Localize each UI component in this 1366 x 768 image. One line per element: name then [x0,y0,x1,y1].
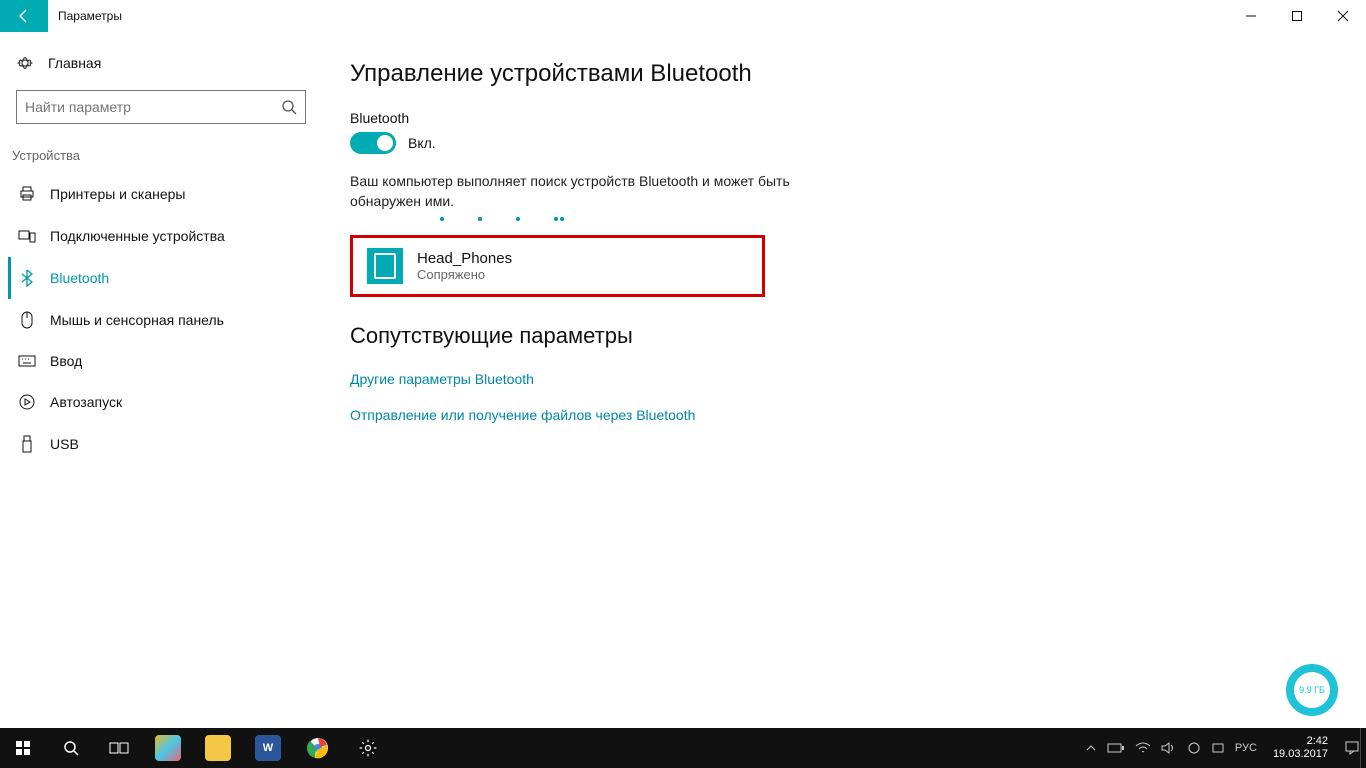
content-area: Управление устройствами Bluetooth Blueto… [320,32,1366,728]
clock-date: 19.03.2017 [1273,748,1328,761]
autoplay-icon [18,393,36,411]
section-label: Устройства [8,142,312,173]
device-icon [367,248,403,284]
search-icon [281,99,297,115]
start-button[interactable] [0,728,46,768]
device-name: Head_Phones [417,250,512,267]
show-desktop-button[interactable] [1360,728,1366,768]
battery-icon[interactable] [1107,742,1125,754]
action-center-icon[interactable] [1344,740,1360,756]
search-input[interactable] [25,99,281,115]
toggle-state-label: Вкл. [408,135,436,151]
tray-icon-generic[interactable] [1187,741,1201,755]
sidebar-item-label: Принтеры и сканеры [50,186,185,202]
keyboard-icon [18,354,36,368]
page-title: Управление устройствами Bluetooth [350,60,1366,88]
window-title: Параметры [48,0,122,32]
sidebar-item-label: Bluetooth [50,270,109,286]
sidebar-item-label: USB [50,436,79,452]
sidebar-item-label: Ввод [50,353,82,369]
minimize-button[interactable] [1228,0,1274,32]
device-status: Сопряжено [417,267,512,282]
tray-icon-generic2[interactable] [1211,741,1225,755]
bluetooth-toggle[interactable] [350,132,396,154]
sidebar-item-autoplay[interactable]: Автозапуск [8,381,312,423]
sidebar: Главная Устройства Принтеры и сканеры По… [0,32,320,728]
sidebar-item-usb[interactable]: USB [8,423,312,465]
sidebar-item-devices[interactable]: Подключенные устройства [8,215,312,257]
chevron-up-icon[interactable] [1085,742,1097,754]
device-row[interactable]: Head_Phones Сопряжено [350,235,765,297]
link-send-receive-files[interactable]: Отправление или получение файлов через B… [350,407,1366,423]
printers-icon [18,185,36,203]
wifi-icon[interactable] [1135,742,1151,754]
volume-icon[interactable] [1161,741,1177,755]
app-settings[interactable] [344,728,392,768]
task-view-button[interactable] [96,728,142,768]
related-heading: Сопутствующие параметры [350,323,1366,349]
app-chrome[interactable] [294,728,342,768]
bluetooth-label: Bluetooth [350,110,1366,126]
search-status-text: Ваш компьютер выполняет поиск устройств … [350,172,790,211]
sidebar-item-label: Мышь и сенсорная панель [50,312,224,328]
bluetooth-icon [18,269,36,287]
home-link[interactable]: Главная [8,44,312,82]
back-button[interactable] [0,0,48,32]
app-word[interactable]: W [244,728,292,768]
sidebar-item-label: Автозапуск [50,394,122,410]
search-input-container[interactable] [16,90,306,124]
sidebar-item-label: Подключенные устройства [50,228,225,244]
loading-dots [350,217,1366,221]
sidebar-item-typing[interactable]: Ввод [8,341,312,381]
gear-icon [16,54,36,72]
sidebar-item-bluetooth[interactable]: Bluetooth [8,257,312,299]
titlebar: Параметры [0,0,1366,32]
taskbar: W РУС 2:42 19.03.2017 [0,728,1366,768]
maximize-button[interactable] [1274,0,1320,32]
language-indicator[interactable]: РУС [1235,742,1257,754]
search-button[interactable] [48,728,94,768]
sidebar-item-mouse[interactable]: Мышь и сенсорная панель [8,299,312,341]
app-explorer[interactable] [194,728,242,768]
clock[interactable]: 2:42 19.03.2017 [1267,735,1334,761]
devices-icon [18,227,36,245]
sidebar-item-printers[interactable]: Принтеры и сканеры [8,173,312,215]
usb-icon [18,435,36,453]
close-button[interactable] [1320,0,1366,32]
mouse-icon [18,311,36,329]
app-paint[interactable] [144,728,192,768]
system-tray: РУС 2:42 19.03.2017 [1085,735,1366,761]
storage-badge[interactable]: 9.9 ГБ [1286,664,1338,716]
clock-time: 2:42 [1273,735,1328,748]
link-other-bt-settings[interactable]: Другие параметры Bluetooth [350,371,1366,387]
home-label: Главная [48,55,101,71]
